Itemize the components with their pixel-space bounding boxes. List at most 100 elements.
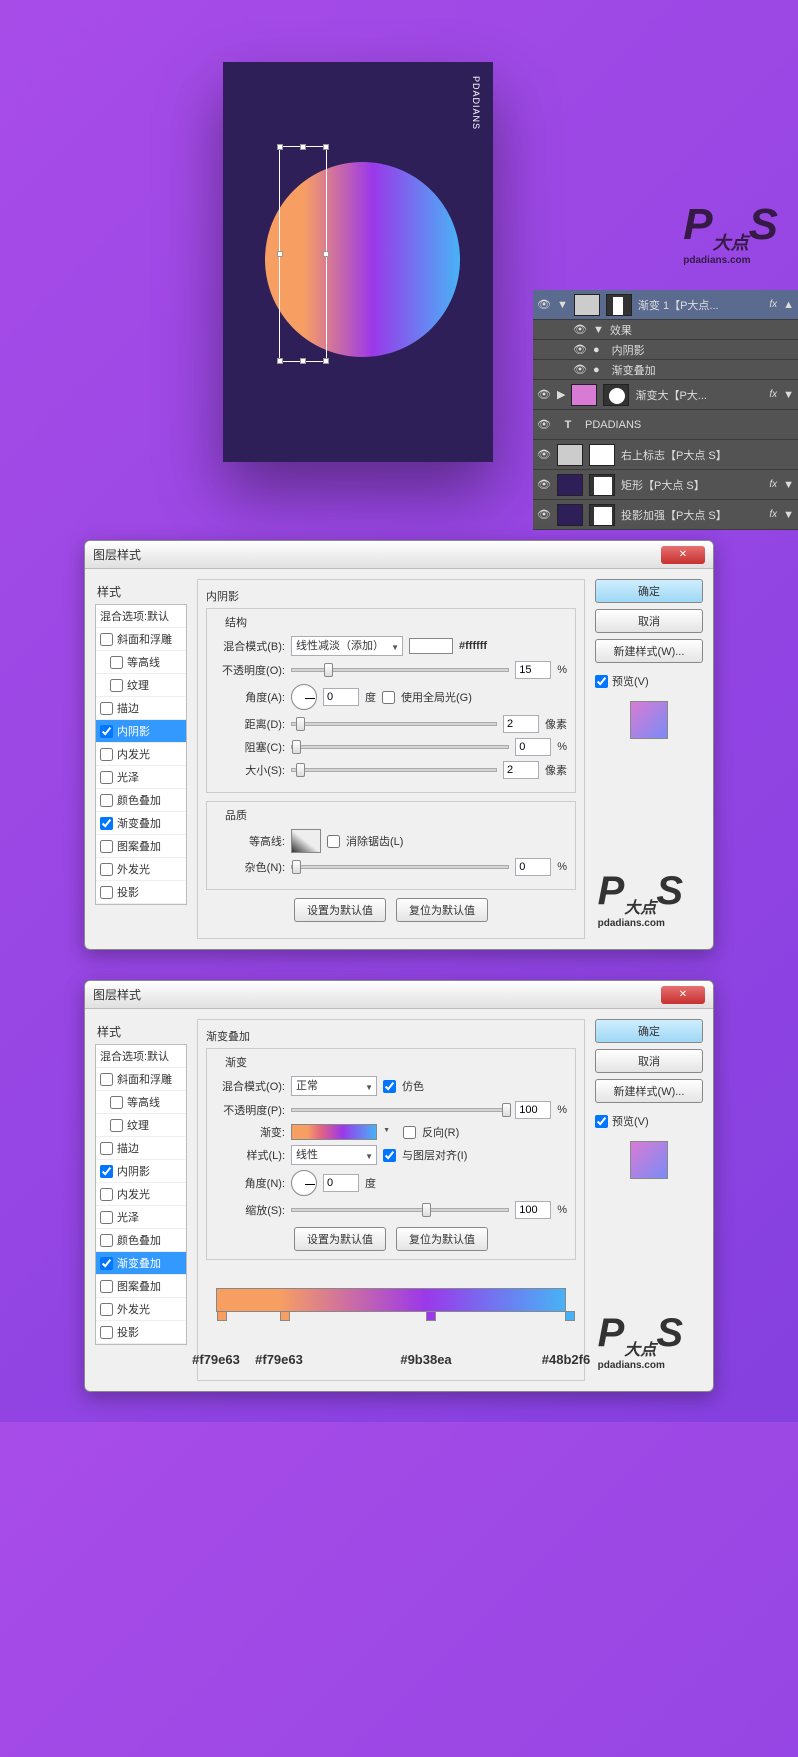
cancel-button[interactable]: 取消	[595, 609, 703, 633]
visibility-icon[interactable]: 👁	[537, 298, 551, 311]
blend-mode-select[interactable]: 正常	[291, 1076, 377, 1096]
layer-row[interactable]: 👁 ▶ 渐变大【P大... fx ▼	[533, 380, 798, 410]
style-item[interactable]: 纹理	[96, 1114, 186, 1137]
angle-dial[interactable]	[291, 1170, 317, 1196]
fx-indicator[interactable]: fx	[769, 299, 777, 310]
style-item[interactable]: 内阴影	[96, 1160, 186, 1183]
handle-mr[interactable]	[323, 251, 329, 257]
style-item[interactable]: 纹理	[96, 674, 186, 697]
visibility-icon[interactable]: 👁	[573, 343, 587, 356]
handle-tr[interactable]	[323, 144, 329, 150]
style-checkbox[interactable]	[100, 886, 113, 899]
style-select[interactable]: 线性	[291, 1145, 377, 1165]
style-checkbox[interactable]	[100, 1165, 113, 1178]
effect-row[interactable]: 👁 ● 渐变叠加	[533, 360, 798, 380]
effect-row[interactable]: 👁 ● 内阴影	[533, 340, 798, 360]
visibility-icon[interactable]: 👁	[537, 418, 551, 431]
gradient-picker[interactable]	[291, 1124, 377, 1140]
effect-row[interactable]: 👁 ▼ 效果	[533, 320, 798, 340]
layer-row[interactable]: 👁 矩形【P大点 S】 fx ▼	[533, 470, 798, 500]
handle-ml[interactable]	[277, 251, 283, 257]
style-checkbox[interactable]	[100, 840, 113, 853]
style-checkbox[interactable]	[100, 748, 113, 761]
close-button[interactable]: ✕	[661, 986, 705, 1004]
global-light-check[interactable]	[382, 691, 395, 704]
visibility-icon[interactable]: 👁	[537, 388, 551, 401]
handle-bl[interactable]	[277, 358, 283, 364]
fx-collapse-icon[interactable]: ▼	[783, 389, 794, 401]
align-check[interactable]	[383, 1149, 396, 1162]
color-swatch[interactable]	[409, 638, 453, 654]
choke-input[interactable]	[515, 738, 551, 756]
style-item[interactable]: 描边	[96, 697, 186, 720]
style-item[interactable]: 图案叠加	[96, 835, 186, 858]
style-checkbox[interactable]	[100, 702, 113, 715]
size-slider[interactable]	[291, 768, 497, 772]
opacity-slider[interactable]	[291, 1108, 509, 1112]
style-checkbox[interactable]	[100, 1303, 113, 1316]
ok-button[interactable]: 确定	[595, 579, 703, 603]
style-item[interactable]: 渐变叠加	[96, 1252, 186, 1275]
gradient-stop[interactable]	[565, 1311, 575, 1321]
reset-default-button[interactable]: 复位为默认值	[396, 898, 488, 922]
handle-bm[interactable]	[300, 358, 306, 364]
style-item[interactable]: 光泽	[96, 1206, 186, 1229]
styles-list[interactable]: 混合选项:默认斜面和浮雕等高线纹理描边内阴影内发光光泽颜色叠加渐变叠加图案叠加外…	[95, 1044, 187, 1345]
style-checkbox[interactable]	[100, 863, 113, 876]
angle-input[interactable]	[323, 1174, 359, 1192]
style-checkbox[interactable]	[100, 771, 113, 784]
visibility-icon[interactable]: 👁	[573, 323, 587, 336]
handle-tl[interactable]	[277, 144, 283, 150]
style-item[interactable]: 斜面和浮雕	[96, 628, 186, 651]
layer-row[interactable]: 👁 右上标志【P大点 S】	[533, 440, 798, 470]
style-item[interactable]: 斜面和浮雕	[96, 1068, 186, 1091]
style-checkbox[interactable]	[110, 679, 123, 692]
fx-collapse-icon[interactable]: ▼	[783, 509, 794, 521]
style-checkbox[interactable]	[100, 817, 113, 830]
style-item[interactable]: 投影	[96, 1321, 186, 1344]
layer-row[interactable]: 👁 投影加强【P大点 S】 fx ▼	[533, 500, 798, 530]
reset-default-button[interactable]: 复位为默认值	[396, 1227, 488, 1251]
reverse-check[interactable]	[403, 1126, 416, 1139]
style-checkbox[interactable]	[100, 633, 113, 646]
gradient-bar[interactable]	[216, 1288, 566, 1312]
handle-br[interactable]	[323, 358, 329, 364]
preview-check[interactable]	[595, 675, 608, 688]
fx-indicator[interactable]: fx	[769, 479, 777, 490]
fx-collapse-icon[interactable]: ▲	[783, 299, 794, 311]
opacity-input[interactable]	[515, 1101, 551, 1119]
close-button[interactable]: ✕	[661, 546, 705, 564]
style-checkbox[interactable]	[100, 794, 113, 807]
style-item[interactable]: 光泽	[96, 766, 186, 789]
visibility-icon[interactable]: 👁	[537, 478, 551, 491]
layers-panel[interactable]: 👁 ▼ 渐变 1【P大点... fx ▲ 👁 ▼ 效果 👁 ● 内阴影 👁 ● …	[533, 290, 798, 530]
style-checkbox[interactable]	[100, 1142, 113, 1155]
angle-input[interactable]	[323, 688, 359, 706]
cancel-button[interactable]: 取消	[595, 1049, 703, 1073]
opacity-input[interactable]	[515, 661, 551, 679]
style-checkbox[interactable]	[100, 725, 113, 738]
blend-mode-select[interactable]: 线性减淡（添加）	[291, 636, 403, 656]
fx-indicator[interactable]: fx	[769, 389, 777, 400]
style-item[interactable]: 等高线	[96, 651, 186, 674]
style-checkbox[interactable]	[110, 656, 123, 669]
styles-list[interactable]: 混合选项:默认斜面和浮雕等高线纹理描边内阴影内发光光泽颜色叠加渐变叠加图案叠加外…	[95, 604, 187, 905]
style-checkbox[interactable]	[100, 1211, 113, 1224]
dialog-titlebar[interactable]: 图层样式 ✕	[85, 981, 713, 1009]
handle-tm[interactable]	[300, 144, 306, 150]
selection-box[interactable]	[279, 146, 327, 362]
style-item[interactable]: 内发光	[96, 743, 186, 766]
dither-check[interactable]	[383, 1080, 396, 1093]
layer-row[interactable]: 👁 T PDADIANS	[533, 410, 798, 440]
style-checkbox[interactable]	[100, 1188, 113, 1201]
visibility-icon[interactable]: 👁	[573, 363, 587, 376]
style-item[interactable]: 图案叠加	[96, 1275, 186, 1298]
set-default-button[interactable]: 设置为默认值	[294, 898, 386, 922]
style-item[interactable]: 外发光	[96, 1298, 186, 1321]
preview-check[interactable]	[595, 1115, 608, 1128]
scale-input[interactable]	[515, 1201, 551, 1219]
style-checkbox[interactable]	[110, 1119, 123, 1132]
visibility-icon[interactable]: 👁	[537, 508, 551, 521]
style-item[interactable]: 外发光	[96, 858, 186, 881]
new-style-button[interactable]: 新建样式(W)...	[595, 1079, 703, 1103]
